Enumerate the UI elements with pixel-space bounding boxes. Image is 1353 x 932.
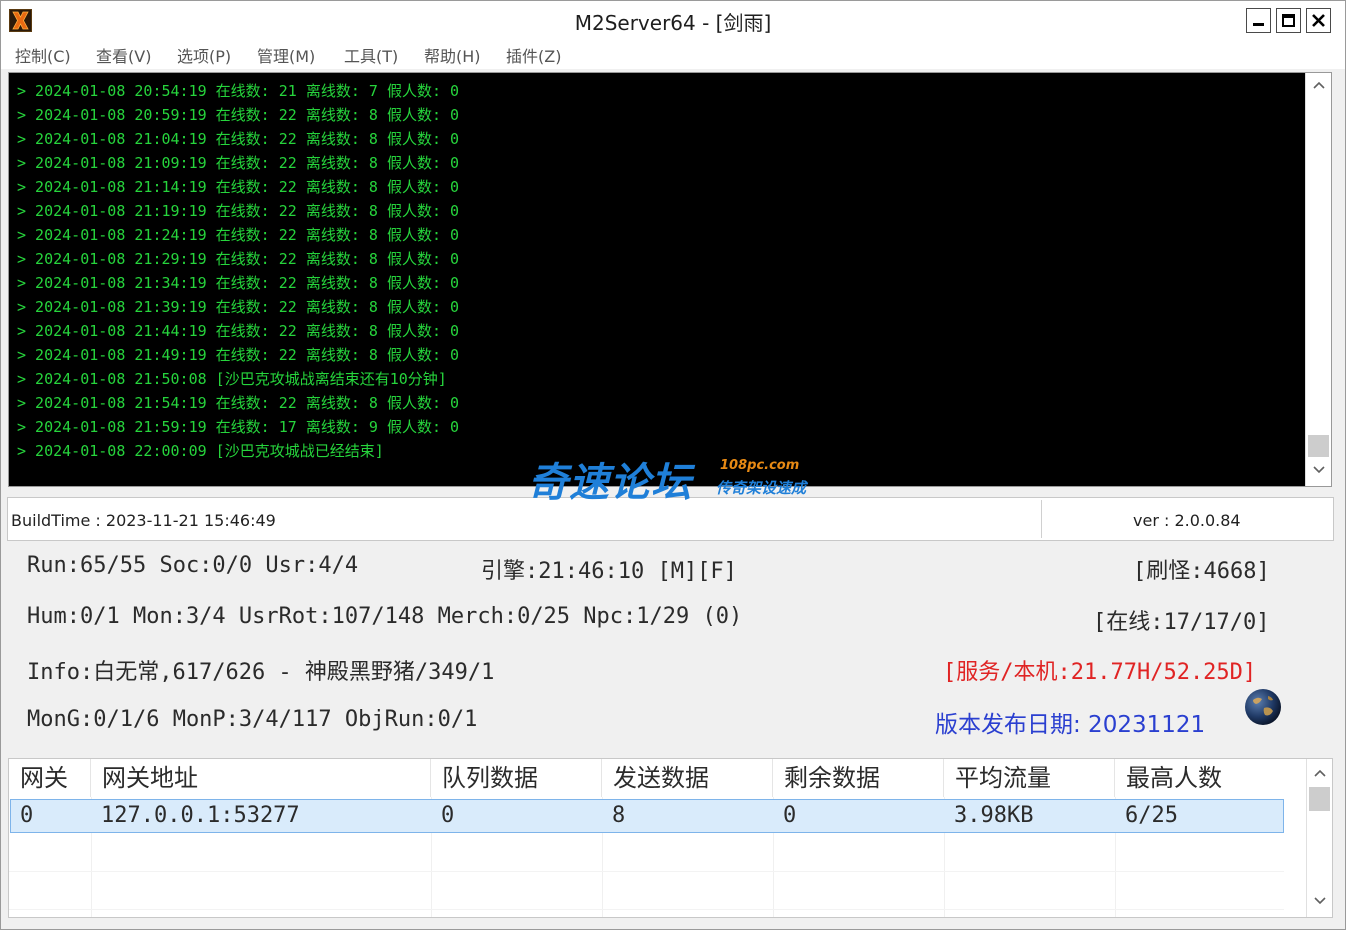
- chevron-down-icon: [1312, 466, 1325, 474]
- console-line: > 2024-01-08 21:14:19 在线数: 22 离线数: 8 假人数…: [17, 178, 460, 196]
- table-header: 网关 网关地址 队列数据 发送数据 剩余数据 平均流量 最高人数: [9, 759, 1307, 797]
- console-line: > 2024-01-08 21:09:19 在线数: 22 离线数: 8 假人数…: [17, 154, 460, 172]
- title-bar: M2Server64 - [剑雨]: [1, 1, 1345, 39]
- chevron-up-icon: [1313, 769, 1326, 777]
- info-line: Info:白无常,617/626 - 神殿黑野猪/349/1: [27, 660, 495, 685]
- scroll-up-button[interactable]: [1306, 75, 1331, 99]
- hum-stats: Hum:0/1 Mon:3/4 UsrRot:107/148 Merch:0/2…: [27, 604, 743, 629]
- status-divider: [1041, 500, 1042, 538]
- menu-plugins[interactable]: 插件(Z): [506, 43, 561, 67]
- console-log[interactable]: > 2024-01-08 20:54:19 在线数: 21 离线数: 7 假人数…: [8, 72, 1332, 487]
- col-avg-traffic[interactable]: 平均流量: [944, 759, 1115, 797]
- info-panel: Run:65/55 Soc:0/0 Usr:4/4 引擎:21:46:10 [M…: [1, 545, 1345, 757]
- console-line: > 2024-01-08 21:50:08 [沙巴克攻城战离结束还有10分钟]: [17, 370, 447, 388]
- table-scroll-down-button[interactable]: [1307, 891, 1332, 915]
- cell-avg-traffic: 3.98KB: [954, 803, 1034, 828]
- chevron-up-icon: [1312, 81, 1325, 89]
- console-scroll-thumb[interactable]: [1308, 435, 1329, 457]
- gateway-table: 网关 网关地址 队列数据 发送数据 剩余数据 平均流量 最高人数 0 127.0…: [8, 758, 1333, 918]
- console-line: > 2024-01-08 20:59:19 在线数: 22 离线数: 8 假人数…: [17, 106, 460, 124]
- col-sent-data[interactable]: 发送数据: [602, 759, 773, 797]
- cell-max-users: 6/25: [1125, 803, 1178, 828]
- console-line: > 2024-01-08 21:29:19 在线数: 22 离线数: 8 假人数…: [17, 250, 460, 268]
- grid-line: [9, 909, 1284, 910]
- service-stats: [服务/本机:21.77H/52.25D]: [943, 660, 1257, 685]
- console-line: > 2024-01-08 21:54:19 在线数: 22 离线数: 8 假人数…: [17, 394, 460, 412]
- col-gateway[interactable]: 网关: [9, 759, 91, 797]
- console-line: > 2024-01-08 21:39:19 在线数: 22 离线数: 8 假人数…: [17, 298, 460, 316]
- maximize-button[interactable]: [1276, 8, 1301, 33]
- cell-gateway: 0: [20, 803, 34, 828]
- cell-sent-data: 8: [612, 803, 626, 828]
- console-line: > 2024-01-08 21:04:19 在线数: 22 离线数: 8 假人数…: [17, 130, 460, 148]
- console-scrollbar[interactable]: [1305, 73, 1331, 486]
- table-scroll-thumb[interactable]: [1309, 787, 1330, 811]
- menu-manage[interactable]: 管理(M): [257, 43, 315, 67]
- maximize-icon: [1282, 14, 1295, 27]
- watermark: 奇速论坛 108pc.com 传奇架设速成: [528, 450, 828, 506]
- version-label: ver : 2.0.0.84: [1133, 511, 1241, 530]
- menu-view[interactable]: 查看(V): [96, 43, 151, 67]
- close-button[interactable]: [1306, 8, 1331, 33]
- console-line: > 2024-01-08 21:44:19 在线数: 22 离线数: 8 假人数…: [17, 322, 460, 340]
- mong-stats: MonG:0/1/6 MonP:3/4/117 ObjRun:0/1: [27, 707, 478, 732]
- refresh-count: [刷怪:4668]: [1133, 559, 1270, 584]
- menu-bar: 控制(C) 查看(V) 选项(P) 管理(M) 工具(T) 帮助(H) 插件(Z…: [1, 39, 1345, 69]
- console-line: > 2024-01-08 21:34:19 在线数: 22 离线数: 8 假人数…: [17, 274, 460, 292]
- console-line: > 2024-01-08 21:19:19 在线数: 22 离线数: 8 假人数…: [17, 202, 460, 220]
- run-stats: Run:65/55 Soc:0/0 Usr:4/4: [27, 553, 359, 578]
- watermark-title: 奇速论坛: [528, 460, 692, 506]
- cell-gateway-address: 127.0.0.1:53277: [101, 803, 300, 828]
- minimize-icon: [1253, 23, 1264, 26]
- cell-queue-data: 0: [441, 803, 455, 828]
- menu-options[interactable]: 选项(P): [177, 43, 231, 67]
- col-max-users[interactable]: 最高人数: [1115, 759, 1285, 797]
- console-lines: > 2024-01-08 20:54:19 在线数: 21 离线数: 7 假人数…: [17, 79, 1307, 463]
- watermark-subtitle: 传奇架设速成: [716, 479, 807, 497]
- engine-time: 引擎:21:46:10 [M][F]: [481, 559, 737, 584]
- menu-tools[interactable]: 工具(T): [344, 43, 398, 67]
- col-remaining-data[interactable]: 剩余数据: [773, 759, 944, 797]
- table-row[interactable]: 0 127.0.0.1:53277 0 8 0 3.98KB 6/25: [10, 799, 1284, 833]
- globe-icon[interactable]: [1244, 688, 1282, 726]
- table-scroll-up-button[interactable]: [1307, 763, 1332, 787]
- console-line: > 2024-01-08 21:24:19 在线数: 22 离线数: 8 假人数…: [17, 226, 460, 244]
- table-scrollbar[interactable]: [1306, 759, 1332, 917]
- build-time: BuildTime : 2023-11-21 15:46:49: [11, 511, 276, 530]
- col-queue-data[interactable]: 队列数据: [431, 759, 602, 797]
- cell-remaining-data: 0: [783, 803, 797, 828]
- menu-help[interactable]: 帮助(H): [424, 43, 481, 67]
- release-date: 版本发布日期: 20231121: [935, 712, 1206, 738]
- col-gateway-address[interactable]: 网关地址: [91, 759, 431, 797]
- online-count: [在线:17/17/0]: [1093, 610, 1270, 635]
- grid-line: [9, 871, 1284, 872]
- chevron-down-icon: [1313, 897, 1326, 905]
- minimize-button[interactable]: [1246, 8, 1271, 33]
- close-icon: [1312, 14, 1325, 27]
- console-line: > 2024-01-08 20:54:19 在线数: 21 离线数: 7 假人数…: [17, 82, 460, 100]
- scroll-down-button[interactable]: [1306, 460, 1331, 484]
- watermark-url: 108pc.com: [720, 458, 800, 473]
- menu-control[interactable]: 控制(C): [15, 43, 71, 67]
- window-title: M2Server64 - [剑雨]: [574, 11, 772, 35]
- console-line: > 2024-01-08 21:59:19 在线数: 17 离线数: 9 假人数…: [17, 418, 460, 436]
- console-line: > 2024-01-08 21:49:19 在线数: 22 离线数: 8 假人数…: [17, 346, 460, 364]
